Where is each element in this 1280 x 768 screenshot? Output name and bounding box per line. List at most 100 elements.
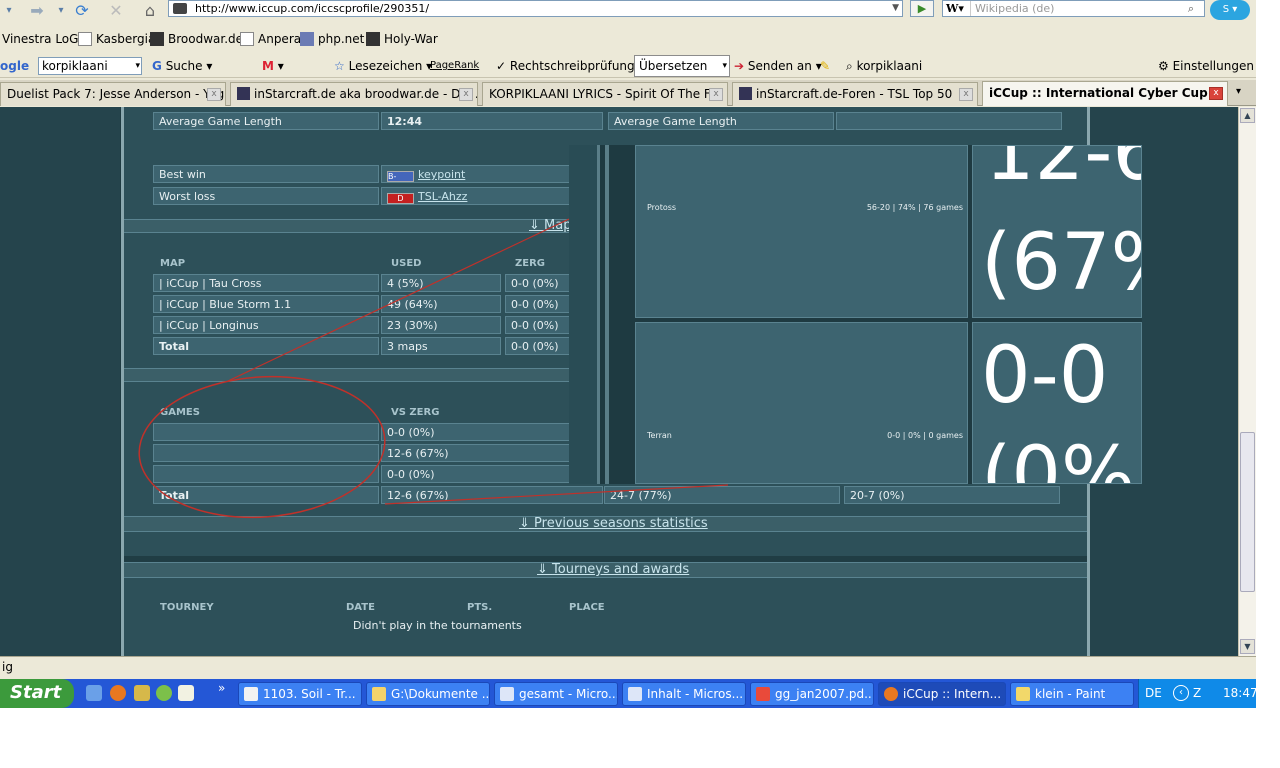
go-button-icon[interactable]: ▶ xyxy=(910,0,934,17)
highlight-icon[interactable]: ✎ xyxy=(820,54,830,78)
gear-icon: ⚙ xyxy=(1158,59,1169,73)
page-icon xyxy=(240,32,254,46)
tab-instarcraft[interactable]: inStarcraft.de aka broodwar.de - Die ...… xyxy=(230,82,478,106)
scroll-thumb[interactable] xyxy=(1240,432,1255,592)
tab-label: iCCup :: International Cyber Cup xyxy=(989,86,1208,100)
bookmark-label: Kasbergia xyxy=(96,32,156,46)
search-term-button[interactable]: ⌕ korpiklaani xyxy=(846,54,922,78)
task-item[interactable]: G:\Dokumente ... xyxy=(366,682,490,706)
pagerank-indicator[interactable]: PageRank xyxy=(430,54,479,78)
tab-label: Duelist Pack 7: Jesse Anderson - Yugi... xyxy=(7,87,226,101)
bookmarks-toolbar: Vinestra LoGD Kasbergia Broodwar.de Anpe… xyxy=(0,28,1256,50)
spellcheck-button[interactable]: ✓ Rechtschreibprüfung ▾ xyxy=(496,54,645,78)
send-button[interactable]: ➔ Senden an ▾ xyxy=(734,54,822,78)
screen: ▾ ➡ ▾ ⟳ ✕ ⌂ http://www.iccup.com/iccscpr… xyxy=(0,0,1256,708)
site-favicon-icon xyxy=(173,3,187,14)
google-g-icon: G xyxy=(152,59,162,73)
zone-alarm-icon[interactable]: Z xyxy=(1193,679,1201,708)
clover-icon[interactable] xyxy=(156,685,172,701)
close-icon[interactable]: x xyxy=(709,88,723,101)
back-dropdown-icon[interactable]: ▾ xyxy=(0,1,18,21)
chevron-down-icon: ▾ xyxy=(722,61,727,71)
page-content: Average Game Length 12:44 Average Game L… xyxy=(0,107,1238,656)
lesezeichen-button[interactable]: ☆ Lesezeichen ▾ xyxy=(334,54,432,78)
tab-korpiklaani[interactable]: KORPIKLAANI LYRICS - Spirit Of The F... x xyxy=(482,82,728,106)
bookmark-label: Broodwar.de xyxy=(168,32,244,46)
google-search-input[interactable]: korpiklaani ▾ xyxy=(38,57,142,75)
task-item-active[interactable]: iCCup :: Intern... xyxy=(878,682,1006,706)
page-icon xyxy=(78,32,92,46)
task-label: G:\Dokumente ... xyxy=(391,687,490,701)
reload-icon[interactable]: ⟳ xyxy=(70,1,94,21)
chevron-left-icon[interactable]: ‹ xyxy=(1173,685,1189,701)
tab-label: KORPIKLAANI LYRICS - Spirit Of The F... xyxy=(489,87,721,101)
close-icon[interactable]: x xyxy=(1209,87,1223,100)
bookmark-label: php.net xyxy=(318,32,365,46)
stop-icon[interactable]: ✕ xyxy=(104,1,128,21)
bookmark-item[interactable]: php.net xyxy=(300,28,364,50)
vertical-scrollbar[interactable]: ▲ ▼ xyxy=(1238,107,1256,656)
gmail-icon[interactable]: M ▾ xyxy=(262,54,284,78)
url-text: http://www.iccup.com/iccscprofile/290351… xyxy=(195,2,430,15)
suche-button[interactable]: G Suche ▾ xyxy=(152,54,212,78)
spellcheck-icon: ✓ xyxy=(496,59,507,73)
magnifier-icon[interactable]: ⌕ xyxy=(1180,1,1202,16)
wikipedia-engine-icon[interactable]: W▾ xyxy=(943,1,971,16)
word-icon xyxy=(628,687,642,701)
navigation-toolbar: ▾ ➡ ▾ ⟳ ✕ ⌂ http://www.iccup.com/iccscpr… xyxy=(0,0,1256,22)
task-item[interactable]: 1103. Soil - Tr... xyxy=(238,682,362,706)
task-item[interactable]: klein - Paint xyxy=(1010,682,1134,706)
scroll-up-icon[interactable]: ▲ xyxy=(1240,108,1255,123)
word-icon xyxy=(500,687,514,701)
search-placeholder: Wikipedia (de) xyxy=(975,2,1055,15)
bookmark-label: Anpera xyxy=(258,32,302,46)
red-annotation xyxy=(138,218,729,519)
status-text: ig xyxy=(2,660,13,674)
language-indicator[interactable]: DE xyxy=(1145,679,1162,708)
tab-instarcraft-foren[interactable]: inStarcraft.de-Foren - TSL Top 50 x xyxy=(732,82,978,106)
settings-label: Einstellungen xyxy=(1172,59,1254,73)
task-item[interactable]: gesamt - Micro... xyxy=(494,682,618,706)
translate-dropdown[interactable]: Übersetzen ▾ xyxy=(634,55,730,77)
tab-duelist[interactable]: Duelist Pack 7: Jesse Anderson - Yugi...… xyxy=(0,82,226,106)
bookmark-label: Holy-War xyxy=(384,32,438,46)
settings-button[interactable]: ⚙ Einstellungen ▾ xyxy=(1158,54,1256,78)
firefox-icon[interactable] xyxy=(110,685,126,701)
task-label: gesamt - Micro... xyxy=(519,687,618,701)
system-tray: DE ‹ Z 18:47 xyxy=(1138,679,1256,708)
status-bar: ig xyxy=(0,656,1256,678)
annotation-line-bottom xyxy=(384,484,729,505)
more-icon[interactable]: » xyxy=(218,681,225,695)
url-dropdown-icon[interactable]: ▼ xyxy=(892,1,899,16)
start-button[interactable]: Start xyxy=(0,679,74,708)
skype-icon[interactable]: S ▾ xyxy=(1210,0,1250,20)
bookmark-item[interactable]: Anpera xyxy=(240,28,301,50)
close-icon[interactable]: x xyxy=(207,88,221,101)
bookmark-item[interactable]: Vinestra LoGD xyxy=(2,28,88,50)
notepad-icon[interactable] xyxy=(178,685,194,701)
bookmark-item[interactable]: Kasbergia xyxy=(78,28,155,50)
tab-list-icon[interactable]: ▾ xyxy=(1236,86,1241,97)
forward-dropdown-icon[interactable]: ▾ xyxy=(54,1,68,21)
wikipedia-search-input[interactable]: W▾ Wikipedia (de) xyxy=(942,0,1205,17)
ie-icon[interactable] xyxy=(86,685,102,701)
site-icon xyxy=(739,87,752,100)
close-icon[interactable]: x xyxy=(959,88,973,101)
annotation-ellipse xyxy=(138,375,386,519)
forward-icon[interactable]: ➡ xyxy=(24,1,50,21)
spellcheck-label: Rechtschreibprüfung xyxy=(509,59,635,73)
task-item[interactable]: Inhalt - Micros... xyxy=(622,682,746,706)
search-term-label: korpiklaani xyxy=(856,59,923,73)
task-item[interactable]: gg_jan2007.pd... xyxy=(750,682,874,706)
url-bar[interactable]: http://www.iccup.com/iccscprofile/290351… xyxy=(168,0,903,17)
home-icon[interactable]: ⌂ xyxy=(138,1,162,21)
tab-iccup[interactable]: iCCup :: International Cyber Cup x xyxy=(982,81,1228,106)
close-icon[interactable]: x xyxy=(459,88,473,101)
chevron-down-icon[interactable]: ▾ xyxy=(135,58,140,74)
scroll-down-icon[interactable]: ▼ xyxy=(1240,639,1255,654)
send-label: Senden an xyxy=(747,59,812,73)
app-icon xyxy=(244,687,258,701)
bookmark-item[interactable]: Holy-War xyxy=(366,28,438,50)
app-icon[interactable] xyxy=(134,685,150,701)
bookmark-item[interactable]: Broodwar.de xyxy=(150,28,243,50)
